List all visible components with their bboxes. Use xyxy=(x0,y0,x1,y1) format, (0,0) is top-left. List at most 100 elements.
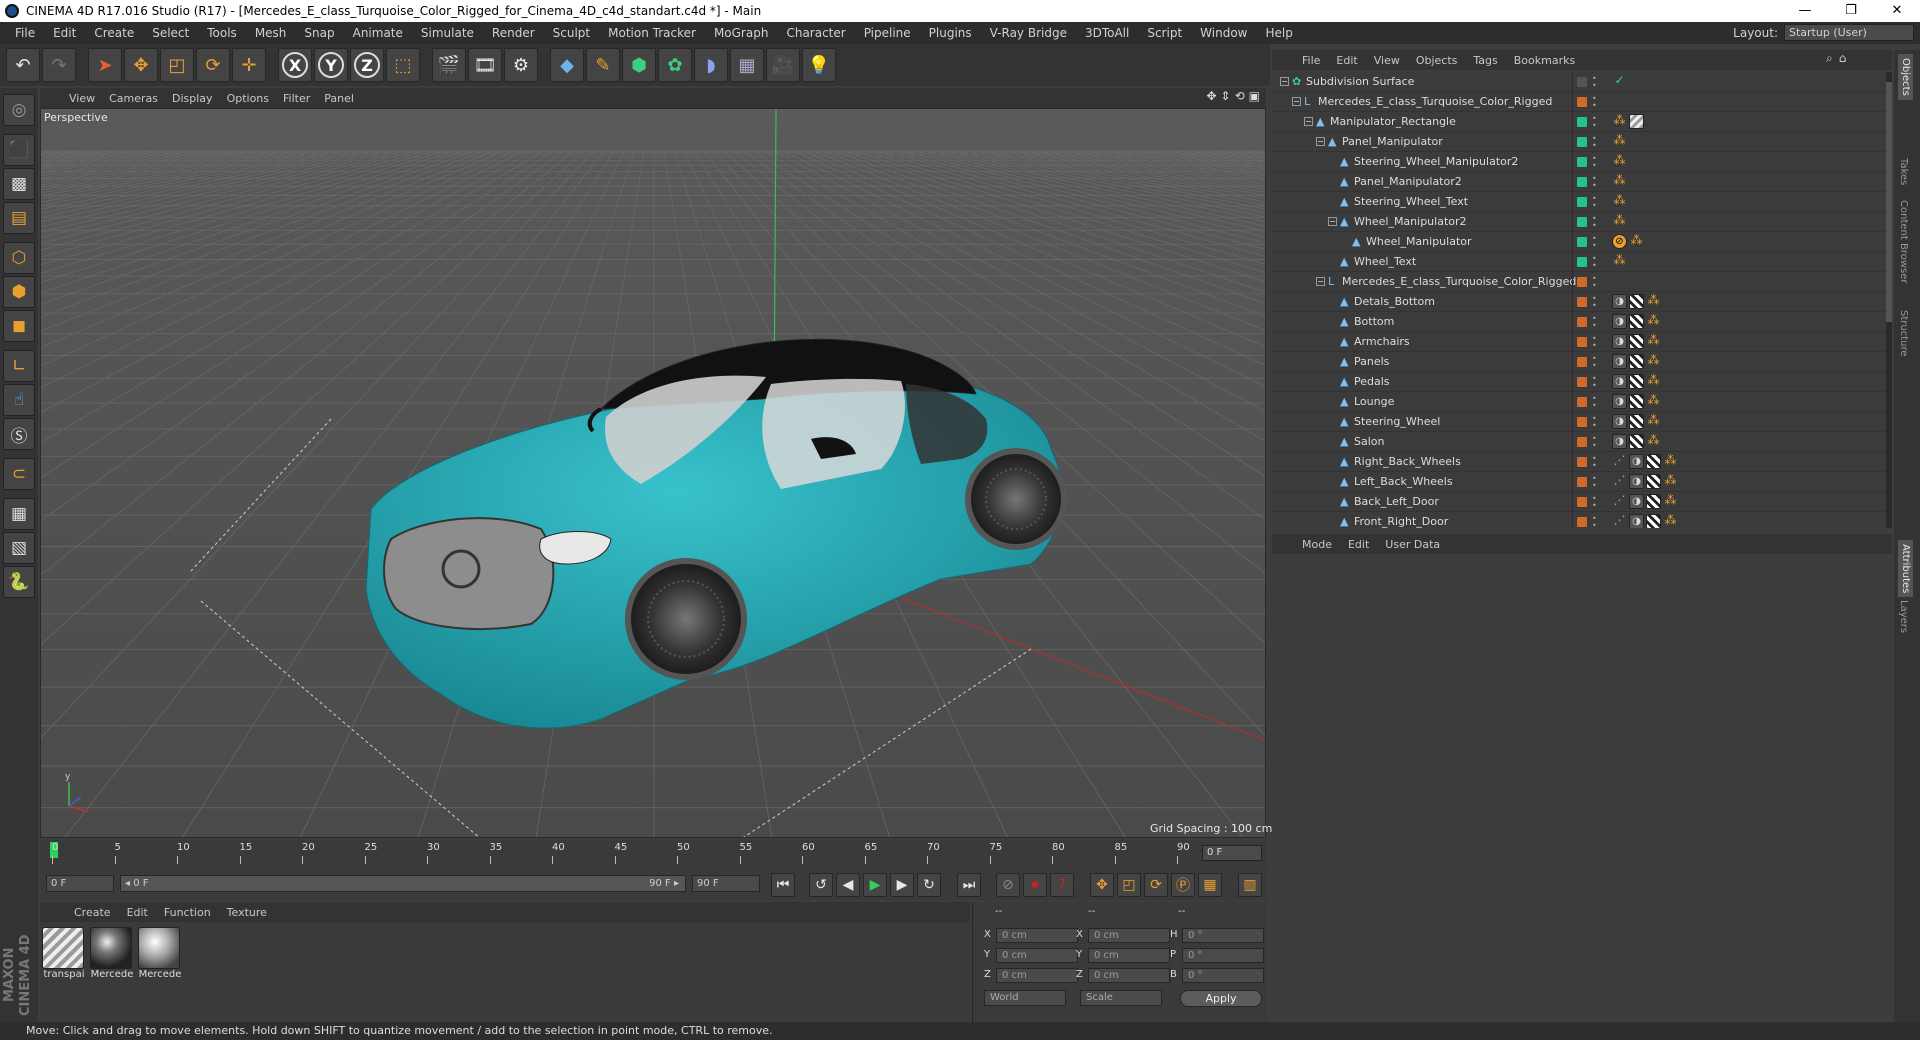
object-manager-scrollbar[interactable] xyxy=(1886,72,1892,528)
magnet-icon[interactable]: ⊂ xyxy=(3,458,35,490)
object-menu-item-objects[interactable]: Objects xyxy=(1408,54,1466,67)
menu-item-select[interactable]: Select xyxy=(143,22,198,44)
xpresso-tag-icon[interactable]: ⁂ xyxy=(1612,134,1627,149)
texture-tag-icon[interactable] xyxy=(1629,434,1644,449)
visibility-dots[interactable]: • • xyxy=(1592,475,1598,490)
record-active-objects-icon[interactable]: ⏺ xyxy=(1023,873,1047,897)
expand-toggle-icon[interactable]: − xyxy=(1292,97,1301,106)
cloner-icon[interactable]: ✿ xyxy=(658,48,692,82)
menu-item-edit[interactable]: Edit xyxy=(44,22,85,44)
minimize-button[interactable]: — xyxy=(1782,0,1828,22)
menu-item-mograph[interactable]: MoGraph xyxy=(705,22,778,44)
tab-objects[interactable]: Objects xyxy=(1898,54,1913,100)
xpresso-tag-icon[interactable]: ⁂ xyxy=(1646,414,1661,429)
camera-icon[interactable]: 🎥 xyxy=(766,48,800,82)
z-axis-lock-icon[interactable]: Z xyxy=(350,48,384,82)
viewport-menu-item-display[interactable]: Display xyxy=(165,92,220,105)
layer-color-swatch[interactable] xyxy=(1577,177,1587,187)
render-settings-icon[interactable]: ⚙ xyxy=(504,48,538,82)
material-swatch[interactable]: transpai xyxy=(42,927,86,983)
key-scale-icon[interactable]: ◰ xyxy=(1117,873,1141,897)
layer-color-swatch[interactable] xyxy=(1577,477,1587,487)
layer-color-swatch[interactable] xyxy=(1577,117,1587,127)
prev-keyframe-icon[interactable]: ↺ xyxy=(809,873,833,897)
select-arrow-icon[interactable]: ➤ xyxy=(88,48,122,82)
layer-color-swatch[interactable] xyxy=(1577,257,1587,267)
xpresso-tag-icon[interactable]: ⁂ xyxy=(1646,334,1661,349)
material-menu-item-texture[interactable]: Texture xyxy=(219,906,275,919)
object-row[interactable]: ▲ Steering_Wheel_Text • • ⁂ xyxy=(1272,192,1892,212)
material-menu-item-edit[interactable]: Edit xyxy=(119,906,156,919)
texture-tag-icon[interactable] xyxy=(1646,454,1661,469)
subdivision-icon[interactable]: ⬢ xyxy=(622,48,656,82)
xpresso-tag-icon[interactable]: ⁂ xyxy=(1663,474,1678,489)
object-row[interactable]: ▲ Right_Back_Wheels • • ⋰ ◑ ⁂ xyxy=(1272,452,1892,472)
coordinate-system-icon[interactable]: ⬚ xyxy=(386,48,420,82)
layer-color-swatch[interactable] xyxy=(1577,397,1587,407)
visibility-dots[interactable]: • • xyxy=(1592,335,1598,350)
object-row[interactable]: − ▲ Wheel_Manipulator2 • • ⁂ xyxy=(1272,212,1892,232)
tab-takes[interactable]: Takes xyxy=(1898,158,1909,185)
xpresso-tag-icon[interactable]: ⁂ xyxy=(1646,374,1661,389)
texture-tag-icon[interactable] xyxy=(1646,494,1661,509)
layer-color-swatch[interactable] xyxy=(1577,517,1587,527)
apply-button[interactable]: Apply xyxy=(1180,990,1262,1007)
visibility-dots[interactable]: • • xyxy=(1592,155,1598,170)
xpresso-tag-icon[interactable]: ⁂ xyxy=(1612,154,1627,169)
material-menu-item-function[interactable]: Function xyxy=(156,906,219,919)
xpresso-tag-icon[interactable]: ⁂ xyxy=(1629,234,1644,249)
move-icon[interactable]: ✥ xyxy=(124,48,158,82)
layer-color-swatch[interactable] xyxy=(1577,277,1587,287)
texture-tag-icon[interactable] xyxy=(1629,394,1644,409)
menu-item-character[interactable]: Character xyxy=(777,22,854,44)
menu-item-create[interactable]: Create xyxy=(85,22,143,44)
viewport-menu-item-filter[interactable]: Filter xyxy=(276,92,317,105)
dolly-icon[interactable]: ⇕ xyxy=(1221,89,1231,103)
visibility-dots[interactable]: • • xyxy=(1592,215,1598,230)
phong-tag-icon[interactable]: ◑ xyxy=(1629,454,1644,469)
viewport-menu-item-view[interactable]: View xyxy=(62,92,102,105)
visibility-dots[interactable]: • • xyxy=(1592,135,1598,150)
key-pla-icon[interactable]: ▦ xyxy=(1198,873,1222,897)
visibility-dots[interactable]: • • xyxy=(1592,515,1598,529)
texture-tag-icon[interactable] xyxy=(1629,314,1644,329)
coord-c-field[interactable]: 0 ° xyxy=(1182,968,1264,983)
selection-tag-icon[interactable]: ⋰ xyxy=(1612,514,1627,528)
phong-tag-icon[interactable]: ◑ xyxy=(1612,294,1627,309)
phong-tag-icon[interactable]: ◑ xyxy=(1612,434,1627,449)
go-to-end-icon[interactable]: ⏭ xyxy=(957,873,981,897)
viewport-menu-item-cameras[interactable]: Cameras xyxy=(102,92,165,105)
visibility-dots[interactable]: • • xyxy=(1592,195,1598,210)
visibility-dots[interactable]: • • xyxy=(1592,495,1598,510)
visibility-dots[interactable]: • • xyxy=(1592,415,1598,430)
visibility-dots[interactable]: • • xyxy=(1592,255,1598,270)
layer-color-swatch[interactable] xyxy=(1577,317,1587,327)
xpresso-tag-icon[interactable]: ⁂ xyxy=(1663,454,1678,469)
object-row[interactable]: ▲ Wheel_Text • • ⁂ xyxy=(1272,252,1892,272)
undo-icon[interactable]: ↶ xyxy=(6,48,40,82)
phong-tag-icon[interactable]: ◑ xyxy=(1612,374,1627,389)
layer-color-swatch[interactable] xyxy=(1577,337,1587,347)
tab-attributes[interactable]: Attributes xyxy=(1898,540,1913,598)
transform-icon[interactable]: ✛ xyxy=(232,48,266,82)
attribute-menu-item-edit[interactable]: Edit xyxy=(1340,538,1377,551)
menu-item-v-ray-bridge[interactable]: V-Ray Bridge xyxy=(981,22,1076,44)
menu-item-simulate[interactable]: Simulate xyxy=(412,22,483,44)
menu-item-pipeline[interactable]: Pipeline xyxy=(855,22,920,44)
pan-icon[interactable]: ✥ xyxy=(1206,89,1216,103)
xpresso-tag-icon[interactable]: ⁂ xyxy=(1612,254,1627,269)
layer-color-swatch[interactable] xyxy=(1577,377,1587,387)
object-row[interactable]: ▲ Salon • • ◑ ⁂ xyxy=(1272,432,1892,452)
object-row[interactable]: ▲ Pedals • • ◑ ⁂ xyxy=(1272,372,1892,392)
deformer-icon[interactable]: ◗ xyxy=(694,48,728,82)
object-row[interactable]: ▲ Lounge • • ◑ ⁂ xyxy=(1272,392,1892,412)
edges-mode-icon[interactable]: ⬢ xyxy=(3,276,35,308)
object-row[interactable]: ▲ Left_Back_Wheels • • ⋰ ◑ ⁂ xyxy=(1272,472,1892,492)
object-row[interactable]: − ▲ Panel_Manipulator • • ⁂ xyxy=(1272,132,1892,152)
object-row[interactable]: ▲ Back_Left_Door • • ⋰ ◑ ⁂ xyxy=(1272,492,1892,512)
visibility-dots[interactable]: • • xyxy=(1592,435,1598,450)
menu-item-animate[interactable]: Animate xyxy=(344,22,412,44)
expand-toggle-icon[interactable]: − xyxy=(1280,77,1289,86)
go-to-start-icon[interactable]: ⏮ xyxy=(771,873,795,897)
xpresso-tag-icon[interactable]: ⁂ xyxy=(1646,294,1661,309)
